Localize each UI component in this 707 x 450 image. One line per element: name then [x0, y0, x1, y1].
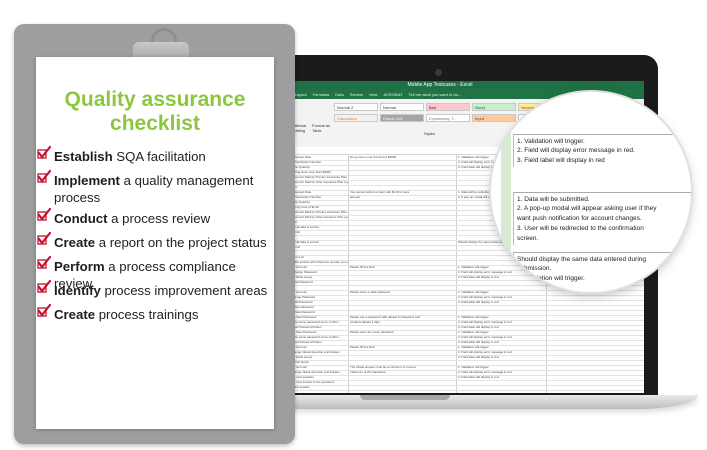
checklist-item-verb: Perform [54, 259, 105, 274]
checklist-item-verb: Implement [54, 173, 120, 188]
tab-8[interactable]: ACROBAT [383, 92, 402, 97]
magnified-cell-text: 3. Field label will display in red [513, 154, 691, 167]
table-cell[interactable] [350, 385, 456, 390]
checklist-item-text: process improvement areas [100, 283, 268, 298]
laptop-notch [360, 395, 450, 400]
checklist-title: Quality assurance checklist [36, 88, 274, 136]
checkmark-icon [37, 304, 51, 317]
style-input[interactable]: Input [472, 114, 516, 122]
table-row: 5. Confirm the answer [236, 385, 644, 391]
window-title: Mobile App Testcases - Excel [236, 81, 644, 90]
magnified-cell-text: 1. Validation will trigger. [513, 272, 691, 285]
cell-styles-gallery: Normal 2 Normal Bad Good Neutral Calcula… [334, 103, 562, 139]
style-check-cell[interactable]: Check Cell [380, 114, 424, 122]
tab-5[interactable]: Data [335, 92, 343, 97]
checkmark-icon [37, 280, 51, 293]
checklist-item-verb: Create [54, 307, 96, 322]
checklist-title-line1: Quality assurance [64, 88, 246, 111]
checklist-item-verb: Conduct [54, 211, 108, 226]
checklist-item-verb: Create [54, 235, 96, 250]
tab-4[interactable]: Formulas [313, 92, 330, 97]
checkmark-icon [37, 146, 51, 159]
checklist-item-text: a report on the project status [95, 235, 267, 250]
format-as-table-button[interactable]: Format as Table [312, 123, 334, 133]
checklist-title-line2: checklist [110, 112, 200, 135]
style-normal[interactable]: Normal [380, 103, 424, 111]
checkmark-icon [37, 256, 51, 269]
tab-6[interactable]: Review [350, 92, 363, 97]
checklist-item-text: a quality management [119, 173, 254, 188]
magnified-cell-text: screen. [513, 232, 691, 245]
styles-group-label: Styles [424, 131, 435, 136]
checklist-item-verb: Establish [54, 149, 113, 164]
checkmark-icon [37, 232, 51, 245]
camera-icon [435, 69, 442, 76]
magnifier-lens: 1. Validation will trigger. 2. Field will… [491, 92, 691, 292]
checklist-item-text: SQA facilitation [112, 149, 206, 164]
table-cell[interactable] [458, 385, 546, 390]
style-good[interactable]: Good [472, 103, 516, 111]
style-calculation[interactable]: Calculation [334, 114, 378, 122]
style-bad[interactable]: Bad [426, 103, 470, 111]
style-explanatory[interactable]: Explanatory T... [426, 114, 470, 122]
checkmark-icon [37, 208, 51, 221]
checklist-item-text: process [54, 190, 101, 205]
style-normal-2[interactable]: Normal 2 [334, 103, 378, 111]
checkmark-icon [37, 170, 51, 183]
status-column [501, 132, 511, 292]
checklist-item-text: process trainings [95, 307, 199, 322]
tab-7[interactable]: View [369, 92, 378, 97]
checklist-item-verb: Identify [54, 283, 101, 298]
tab-9[interactable]: Tell me what you want to do... [409, 92, 462, 97]
checklist-item-text: a process review [107, 211, 211, 226]
